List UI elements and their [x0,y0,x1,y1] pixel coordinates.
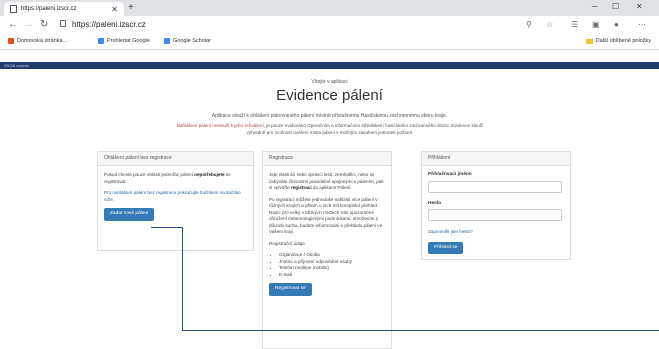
panel-heading: Přihlášení [422,152,570,166]
other-bookmarks-label: Další oblíbené položky [595,38,651,44]
other-bookmarks[interactable]: Další oblíbené položky [585,38,651,44]
bookmarks-bar: Domovská stránka... Prohledat Google Goo… [0,35,659,50]
new-burning-button[interactable]: Zadat nové pálení [104,208,155,221]
browser-tab-bar: https://paleni.izscr.cz ✕ + ─ ☐ ✕ [0,0,659,16]
panel-text: Pro nahlášení pálení bez registrace pokr… [104,190,241,202]
registration-list: Organizace / Osoba Jméno a příjmení odpo… [269,252,385,278]
favorite-star-icon[interactable]: ☆ [546,20,553,29]
panel-text: Po registraci můžete jednoduše nahlásit … [269,196,383,235]
panel-registration: Registrace Jste vlastníci nebo správci l… [262,151,392,349]
panel-login: Přihlášení Přihlašovací jméno Heslo Zapo… [421,151,571,260]
intro-text: Aplikace slouží k ohlášení plánovaného p… [211,113,448,119]
folder-icon [585,38,593,44]
address-bar-row: ← → ↻ https://paleni.izscr.cz ⚲ ☆ ☰ ▣ ● … [0,16,659,35]
register-button[interactable]: Registrovat se [269,283,312,296]
panel-heading: Registrace [263,152,391,166]
panel-text: Pokud chcete pouze ohlásit jednořáz pále… [104,172,247,185]
more-menu-icon[interactable]: ⋯ [638,20,646,29]
text-bold: registraci [290,185,312,190]
text-part: Pokud chcete pouze ohlásit jednořáz pále… [104,172,195,177]
page-title: Evidence pálení [276,87,383,104]
app-bar-label[interactable]: SSOB ovocze [4,62,29,69]
bookmark-scholar[interactable]: Google Scholar [164,38,211,44]
bookmark-google[interactable]: Prohledat Google [98,38,150,44]
bookmark-label: Domovská stránka... [17,38,68,44]
profile-avatar-icon[interactable]: ● [614,20,619,29]
forgot-password-link[interactable]: Zapomněli jste heslo? [428,229,564,236]
password-input[interactable] [428,209,562,221]
zoom-icon[interactable]: ⚲ [526,20,532,29]
url-field[interactable]: https://paleni.izscr.cz [72,20,146,29]
bookmark-icon [98,38,104,44]
panel-text: Jste vlastníci nebo správci lesů, zemědě… [269,172,385,192]
page-icon [10,5,17,13]
welcome-text: Vítejte v aplikaci [311,79,348,85]
username-label: Přihlašovací jméno [428,172,472,177]
new-tab-button[interactable]: + [128,2,134,13]
intro-warning: Nahlášení pálení neslouží k jeho schvále… [176,123,264,128]
collections-icon[interactable]: ▣ [592,20,600,29]
pointer-line [151,227,183,331]
username-input[interactable] [428,180,562,193]
bookmark-label: Prohledat Google [107,38,150,44]
password-label: Heslo [428,200,442,206]
close-tab-icon[interactable]: ✕ [111,5,118,14]
tab-title: https://paleni.izscr.cz [21,6,77,12]
favorites-icon[interactable]: ☰ [571,20,578,29]
panel-heading: Ohlášení pálení bez registrace [98,152,253,166]
maximize-icon[interactable]: ☐ [612,2,619,11]
app-top-bar: SSOB ovocze [0,62,659,69]
reload-icon[interactable]: ↻ [40,19,48,30]
minimize-icon[interactable]: ─ [592,2,598,11]
registration-label: Registrační údaje [269,240,305,246]
bookmark-home[interactable]: Domovská stránka... [8,38,67,44]
intro-note-text: , je pouze evidováno Operačním a informa… [246,123,484,135]
bookmark-label: Google Scholar [173,38,211,44]
pointer-line-horizontal [182,330,659,331]
forward-icon[interactable]: → [24,19,34,30]
lock-icon [60,20,66,27]
close-window-icon[interactable]: ✕ [636,2,643,11]
intro-note: Nahlášení pálení neslouží k jeho schvále… [170,122,490,136]
text-bold: nepotřebujete [194,172,225,177]
back-icon[interactable]: ← [8,19,18,30]
office-icon [8,38,14,44]
login-button[interactable]: Přihlásit se [428,241,464,254]
list-item: E-mail [279,272,385,279]
text-part: do aplikace Pálení. [311,185,352,190]
browser-tab[interactable]: https://paleni.izscr.cz ✕ [4,2,124,16]
scholar-icon [164,38,170,44]
